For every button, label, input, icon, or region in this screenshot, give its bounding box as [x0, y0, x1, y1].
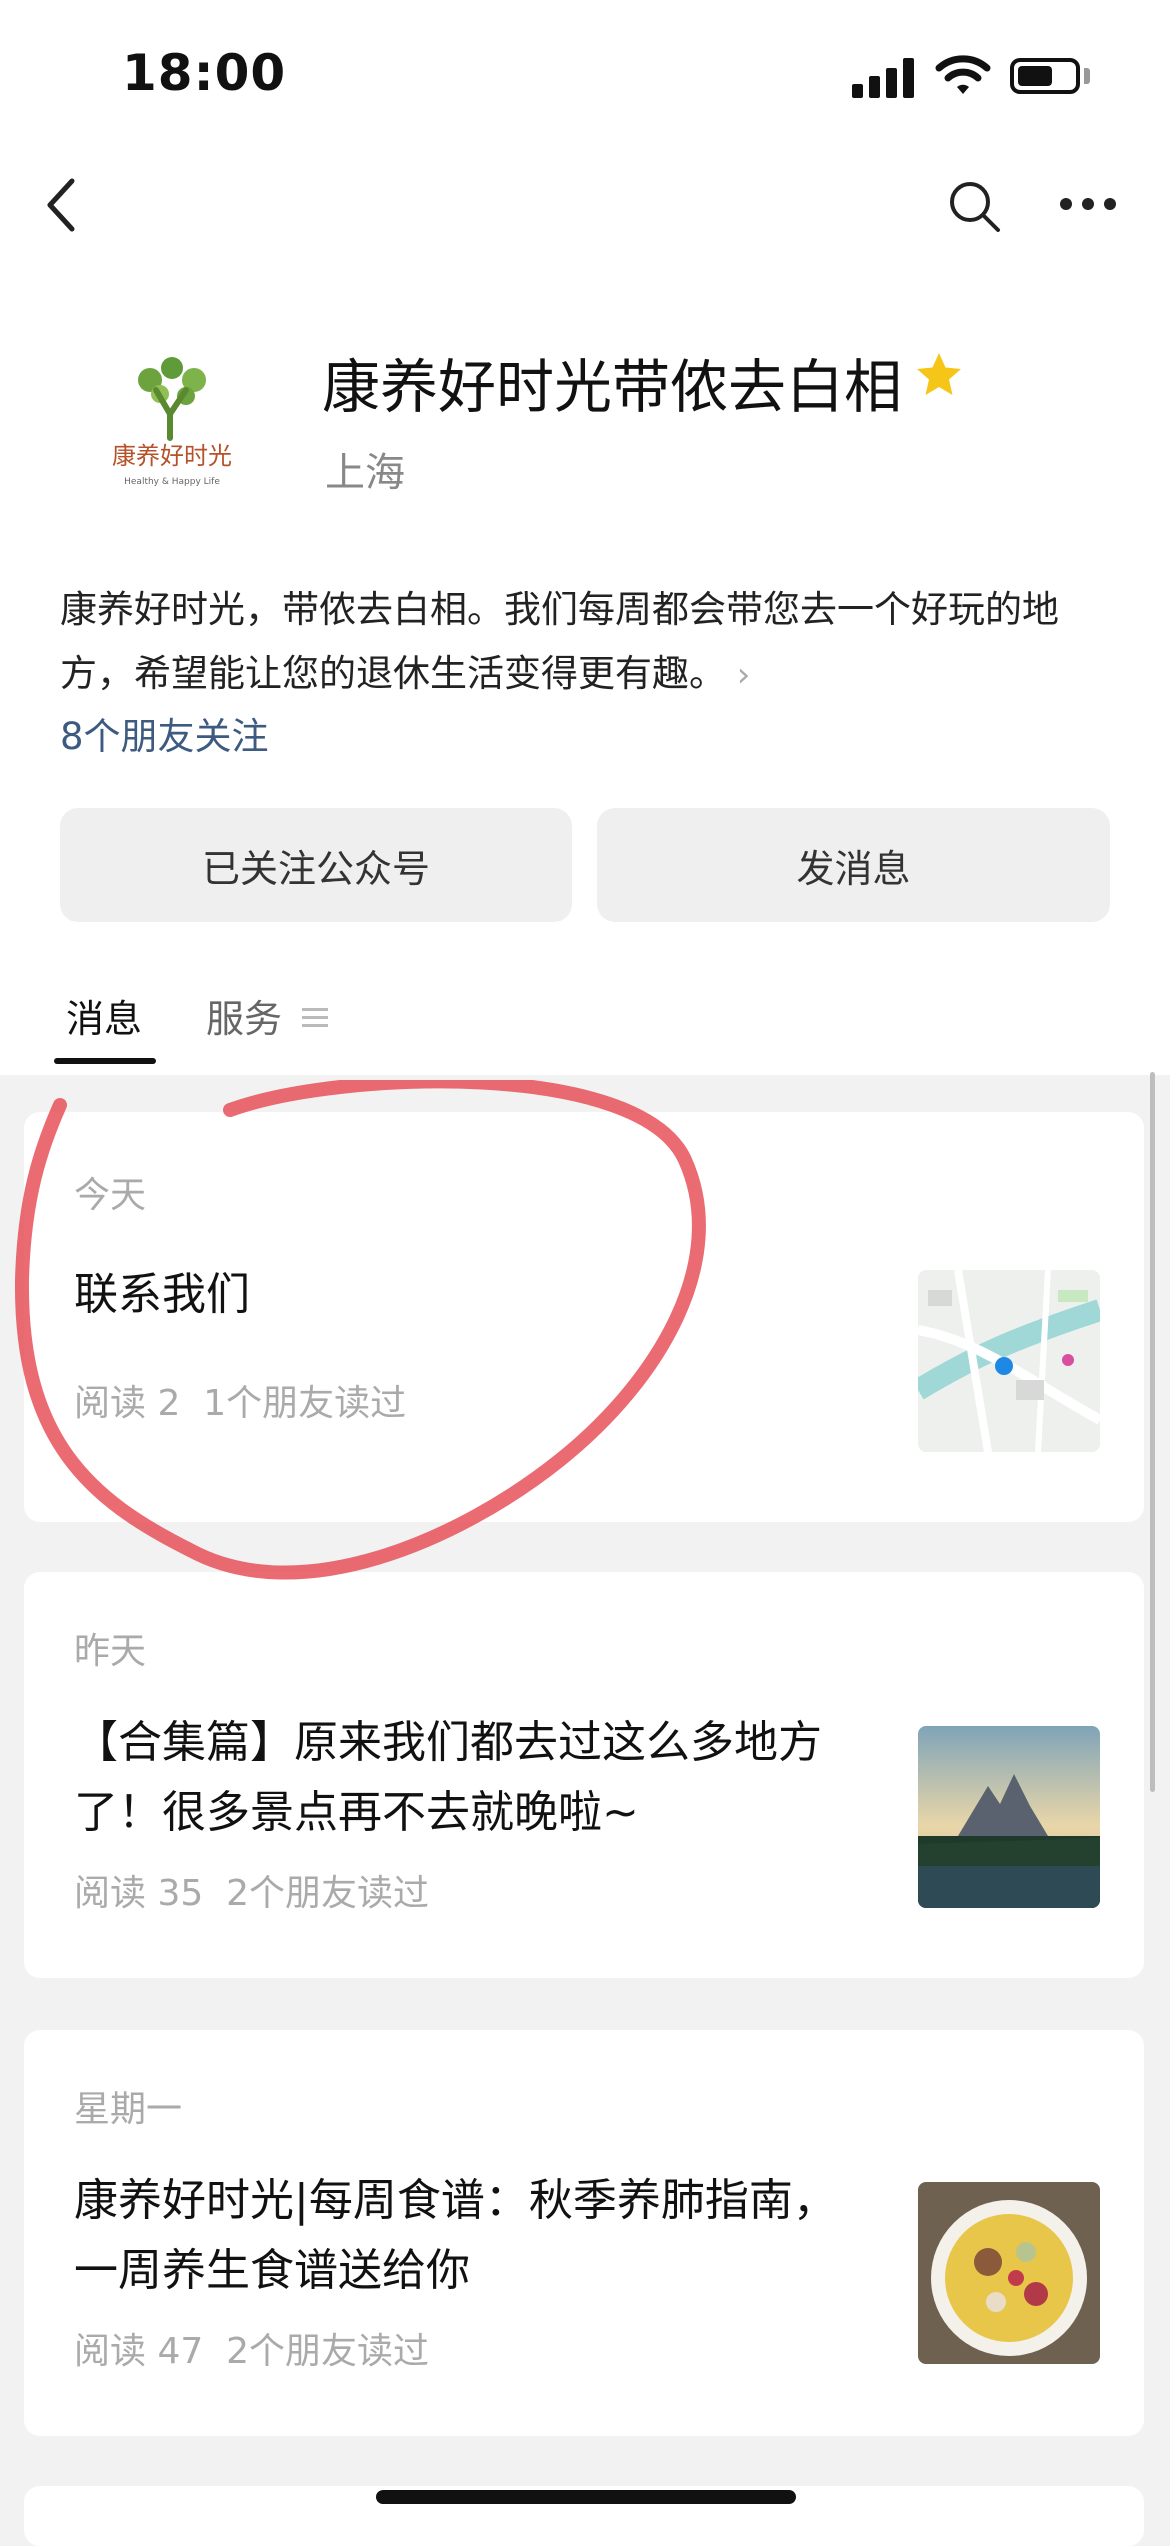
followed-button[interactable]: 已关注公众号	[60, 808, 572, 922]
article-meta: 阅读 2 1个朋友读过	[74, 1374, 406, 1426]
back-arrow-icon[interactable]	[40, 175, 90, 235]
article-reads: 阅读 47	[74, 2331, 204, 2372]
star-icon[interactable]	[914, 350, 964, 400]
article-meta: 阅读 35 2个朋友读过	[74, 1864, 429, 1916]
account-description[interactable]: 康养好时光，带侬去白相。我们每周都会带您去一个好玩的地方，希望能让您的退休生活变…	[60, 578, 1120, 707]
article-date: 星期一	[74, 2089, 183, 2130]
logo-subtext: Healthy & Happy Life	[124, 477, 220, 487]
account-logo: 康养好时光 Healthy & Happy Life	[112, 357, 232, 487]
active-tab-indicator	[54, 1058, 156, 1064]
home-indicator[interactable]	[376, 2490, 796, 2504]
article-friends-read: 1个朋友读过	[203, 1383, 407, 1424]
article-title: 联系我们	[74, 1269, 250, 1320]
mountain-lake-thumbnail	[918, 1726, 1100, 1908]
article-title: 【合集篇】原来我们都去过这么多地方了！很多景点再不去就晚啦~	[74, 1717, 822, 1838]
article-card[interactable]: 星期一 康养好时光|每周食谱：秋季养肺指南，一周养生食谱送给你 阅读 47 2个…	[24, 2030, 1144, 2436]
scrollbar[interactable]	[1150, 1072, 1155, 1792]
cellular-signal-icon	[852, 58, 914, 98]
search-icon[interactable]	[946, 178, 1004, 236]
article-reads: 阅读 35	[74, 1873, 204, 1914]
tab-messages[interactable]: 消息	[66, 988, 142, 1043]
article-friends-read: 2个朋友读过	[226, 1873, 430, 1914]
status-time: 18:00	[122, 44, 287, 102]
description-text: 康养好时光，带侬去白相。我们每周都会带您去一个好玩的地方，希望能让您的退休生活变…	[60, 588, 1059, 695]
article-meta: 阅读 47 2个朋友读过	[74, 2322, 429, 2374]
article-card[interactable]: 昨天 【合集篇】原来我们都去过这么多地方了！很多景点再不去就晚啦~ 阅读 35 …	[24, 1572, 1144, 1978]
battery-tip	[1084, 68, 1090, 84]
battery-icon	[1010, 58, 1080, 94]
chevron-right-icon: ›	[726, 655, 751, 695]
article-date: 今天	[74, 1175, 147, 1216]
more-options-icon[interactable]	[1060, 198, 1116, 214]
logo-text: 康养好时光	[112, 442, 232, 470]
account-name: 康养好时光带侬去白相	[322, 353, 903, 421]
article-title: 康养好时光|每周食谱：秋季养肺指南，一周养生食谱送给你	[74, 2175, 837, 2296]
wifi-icon	[935, 55, 991, 94]
account-location: 上海	[325, 450, 405, 496]
send-message-button[interactable]: 发消息	[597, 808, 1110, 922]
menu-lines-icon	[302, 1006, 328, 1030]
article-reads: 阅读 2	[74, 1383, 181, 1424]
friends-following-link[interactable]: 8个朋友关注	[60, 706, 269, 760]
tab-services[interactable]: 服务	[206, 988, 282, 1043]
article-friends-read: 2个朋友读过	[226, 2331, 430, 2372]
article-card[interactable]: 今天 联系我们 阅读 2 1个朋友读过	[24, 1112, 1144, 1522]
soup-bowl-thumbnail	[918, 2182, 1100, 2364]
article-date: 昨天	[74, 1631, 147, 1672]
map-thumbnail	[918, 1270, 1100, 1452]
